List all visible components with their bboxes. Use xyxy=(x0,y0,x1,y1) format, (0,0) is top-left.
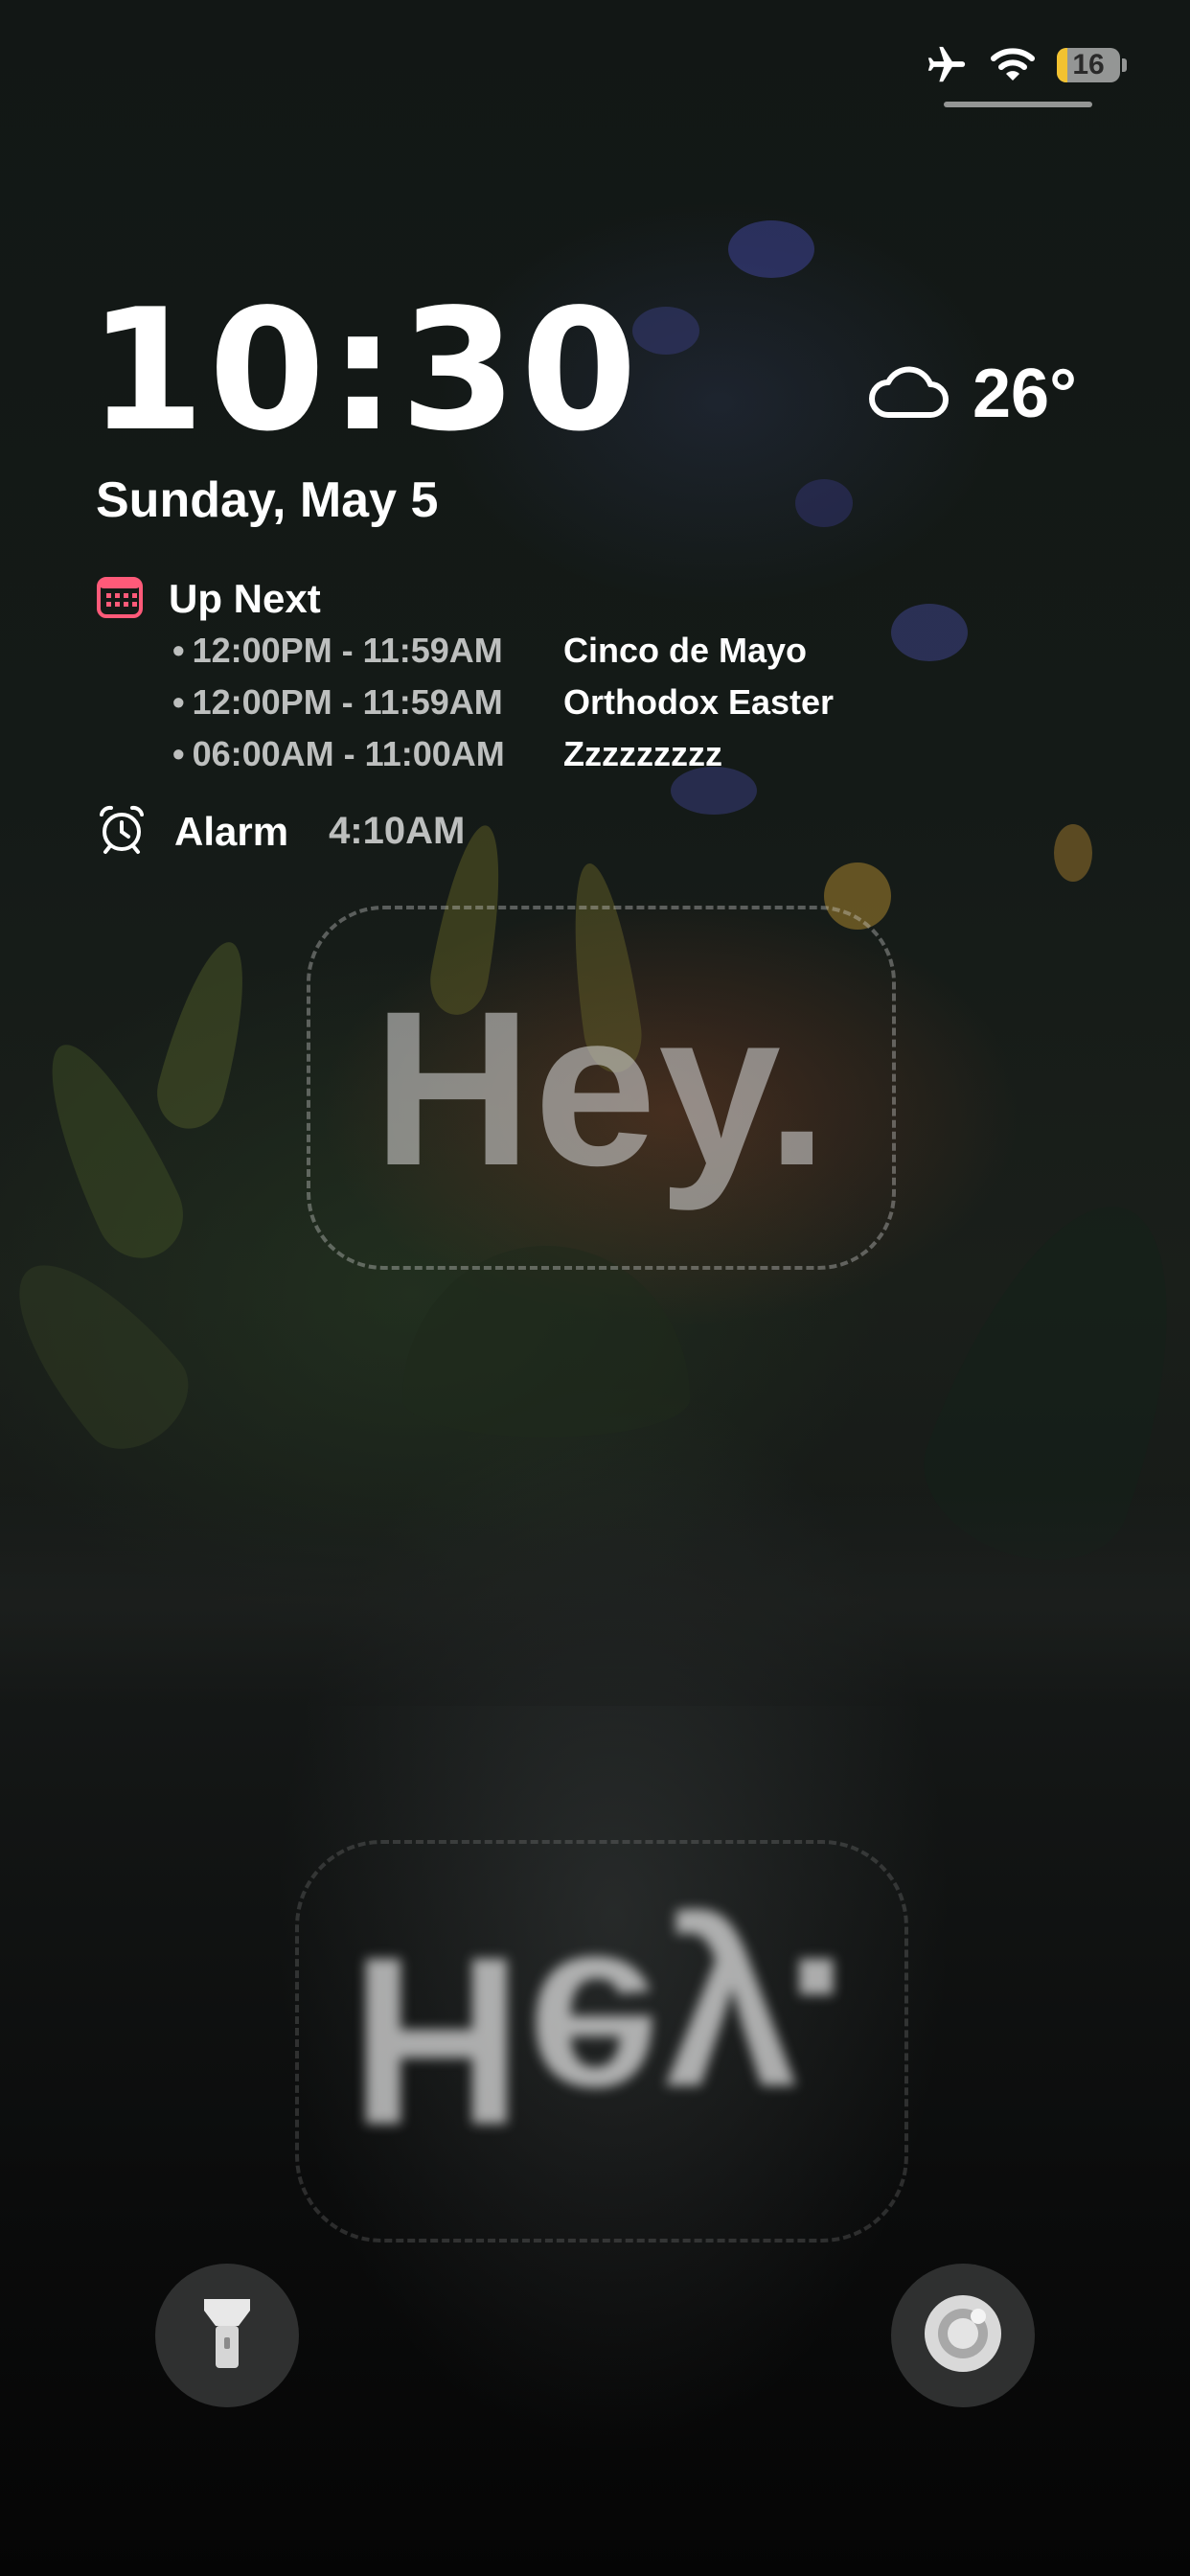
flashlight-button[interactable] xyxy=(155,2264,299,2407)
alarm-time: 4:10AM xyxy=(329,810,466,852)
camera-icon xyxy=(923,2293,1003,2379)
camera-button[interactable] xyxy=(891,2264,1035,2407)
event-time: 12:00PM - 11:59AM xyxy=(172,631,563,671)
notification-handle[interactable] xyxy=(944,102,1092,107)
event-item[interactable]: 12:00PM - 11:59AM Orthodox Easter xyxy=(172,677,834,728)
event-item[interactable]: 12:00PM - 11:59AM Cinco de Mayo xyxy=(172,625,834,677)
airplane-icon xyxy=(925,43,969,87)
event-time: 12:00PM - 11:59AM xyxy=(172,682,563,723)
event-name: Orthodox Easter xyxy=(563,682,835,722)
alarm-widget[interactable]: Alarm 4:10AM xyxy=(96,803,465,860)
event-name: Cinco de Mayo xyxy=(563,631,808,670)
lock-screen: Hey. Hey. 16 10:30 Sunday, May 5 26° Up … xyxy=(0,0,1190,2576)
battery-cap xyxy=(1122,58,1127,72)
event-list: 12:00PM - 11:59AM Cinco de Mayo 12:00PM … xyxy=(172,625,834,780)
up-next-header: Up Next xyxy=(96,573,321,624)
cloud-icon xyxy=(867,363,950,426)
lock-screen-date: Sunday, May 5 xyxy=(96,472,439,528)
battery-level: 16 xyxy=(1072,49,1105,80)
battery-indicator: 16 xyxy=(1057,48,1120,82)
weather-temperature: 26° xyxy=(973,356,1077,432)
calendar-icon xyxy=(96,573,144,624)
flashlight-icon xyxy=(200,2295,254,2377)
up-next-title: Up Next xyxy=(169,575,321,621)
event-time: 06:00AM - 11:00AM xyxy=(172,734,563,774)
battery-fill xyxy=(1057,48,1067,82)
wifi-icon xyxy=(990,47,1036,83)
hey-reflection-text: Hey. xyxy=(350,1907,854,2175)
battery-icon: 16 xyxy=(1057,48,1120,82)
hey-sign-reflection: Hey. xyxy=(295,1840,908,2242)
hey-neon-sign: Hey. xyxy=(307,906,896,1270)
lock-screen-time: 10:30 xyxy=(88,274,642,469)
hey-sign-text: Hey. xyxy=(373,964,830,1211)
weather-widget[interactable]: 26° xyxy=(867,355,1077,433)
alarm-clock-icon xyxy=(96,803,148,860)
alarm-label: Alarm xyxy=(174,808,289,854)
event-name: Zzzzzzzzz xyxy=(563,734,722,773)
event-item[interactable]: 06:00AM - 11:00AM Zzzzzzzzz xyxy=(172,728,834,780)
status-bar: 16 xyxy=(925,38,1127,92)
